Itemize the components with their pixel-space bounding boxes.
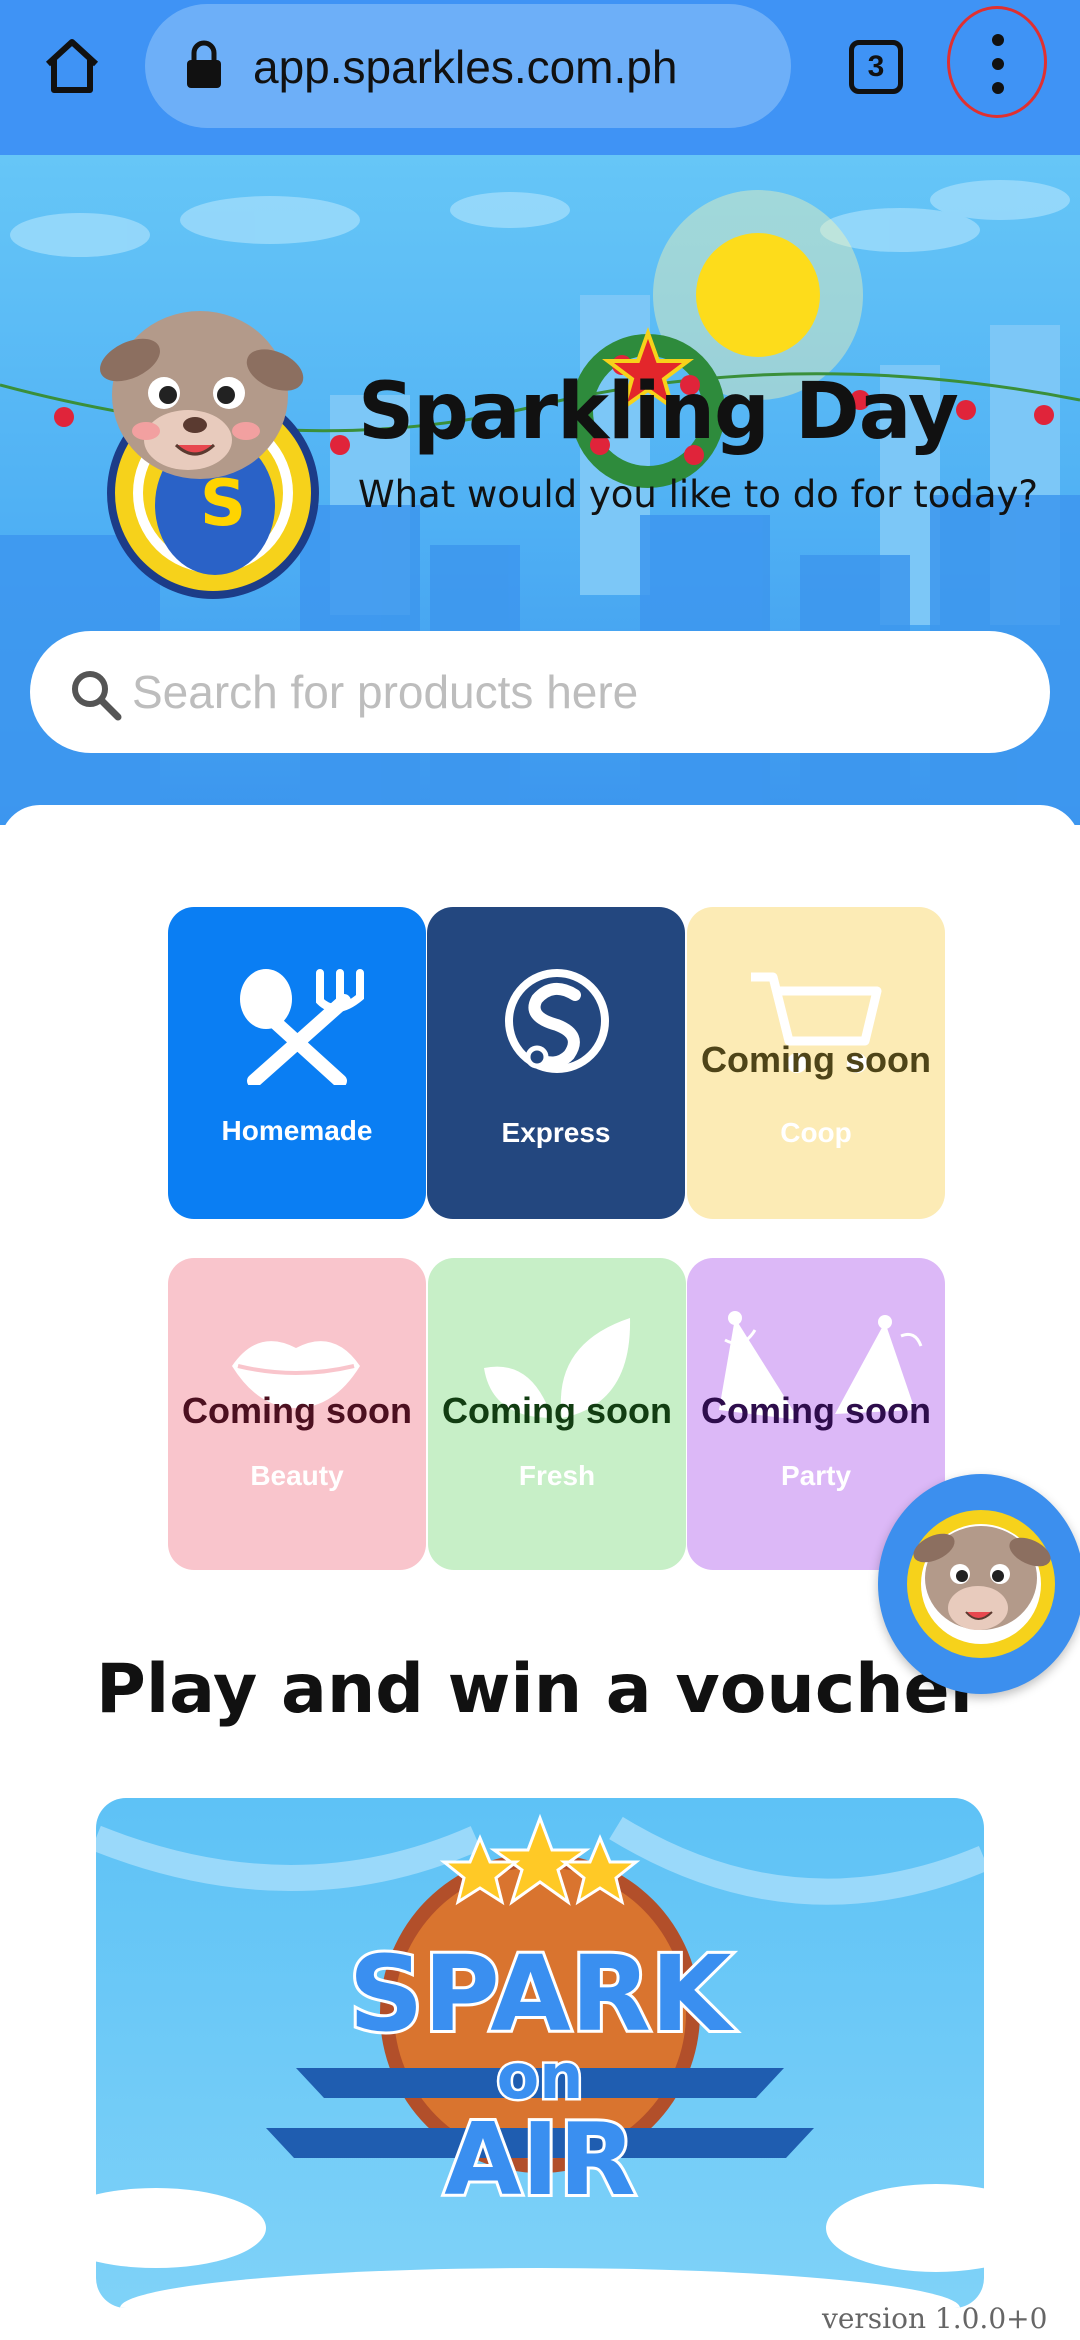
coming-soon-label: Coming soon [442, 1390, 672, 1431]
hero-banner: S Sparkling Day What would you like to d… [0, 155, 1080, 825]
category-label: Fresh [518, 1460, 596, 1491]
fork-spoon-icon [240, 969, 364, 1085]
sparkles-s-icon [505, 969, 609, 1073]
search-icon [68, 667, 124, 723]
banner-title: SPARK [349, 1933, 735, 2055]
banner-title: AIR [444, 2101, 636, 2218]
category-label: Coop [780, 1117, 852, 1148]
overflow-menu-icon[interactable] [947, 6, 1047, 118]
section-title: Play and win a voucher [96, 1650, 984, 1729]
page-subtitle: What would you like to do for today? [358, 473, 1039, 516]
category-tile-beauty: Beauty Coming soon [168, 1258, 426, 1570]
search-bar[interactable] [30, 631, 1050, 753]
coming-soon-label: Coming soon [701, 1390, 931, 1431]
category-tile-express[interactable]: Express [427, 907, 685, 1219]
mascot-avatar-icon [907, 1510, 1055, 1658]
page-title: Sparkling Day [358, 367, 959, 457]
spark-on-air-game-banner[interactable]: SPARK on AIR [96, 1798, 984, 2308]
browser-toolbar: app.sparkles.com.ph 3 [0, 0, 1080, 155]
address-bar[interactable]: app.sparkles.com.ph [145, 4, 791, 128]
category-tile-fresh: Fresh Coming soon [428, 1258, 686, 1570]
search-input[interactable] [130, 655, 1014, 729]
category-label: Express [501, 1117, 611, 1148]
app-version: version 1.0.0+0 [822, 2302, 1048, 2335]
coming-soon-label: Coming soon [701, 1039, 931, 1080]
url-text: app.sparkles.com.ph [253, 41, 678, 93]
category-tile-homemade[interactable]: Homemade [168, 907, 426, 1219]
tab-switcher-button[interactable]: 3 [849, 40, 903, 94]
spark-on-air-logo: SPARK on AIR [96, 1813, 984, 2308]
category-label: Homemade [221, 1115, 373, 1146]
floating-mascot-button[interactable] [878, 1474, 1080, 1694]
category-tile-coop: Coop Coming soon [687, 907, 945, 1219]
lock-icon [185, 40, 223, 90]
category-label: Beauty [250, 1460, 344, 1491]
home-icon[interactable] [40, 34, 104, 98]
coming-soon-label: Coming soon [182, 1390, 412, 1431]
